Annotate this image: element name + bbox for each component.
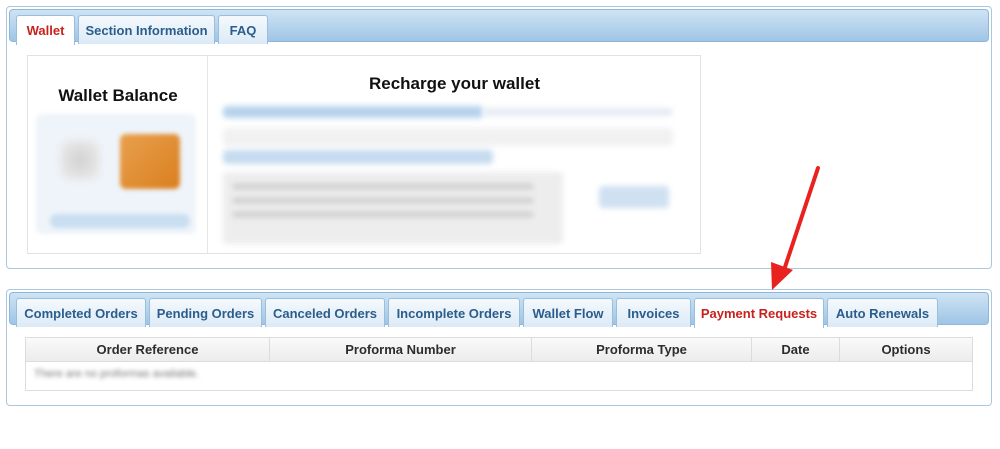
tab-invoices[interactable]: Invoices [616, 298, 691, 327]
table-header: Order Reference Proforma Number Proforma… [26, 338, 972, 362]
recharge-options-blurred[interactable] [223, 150, 493, 164]
balance-amount-blurred [60, 140, 100, 180]
recharge-progress-blurred [223, 106, 483, 118]
tab-canceled-orders[interactable]: Canceled Orders [265, 298, 385, 327]
tab-completed-orders[interactable]: Completed Orders [16, 298, 146, 327]
tab-wallet[interactable]: Wallet [16, 15, 75, 45]
wallet-content: Wallet Balance Recharge your wallet [27, 55, 701, 254]
orders-tab-bar: Completed Orders Pending Orders Canceled… [9, 292, 989, 328]
empty-table-message: There are no proformas available. [34, 368, 200, 380]
col-proforma-type[interactable]: Proforma Type [532, 338, 752, 362]
payment-requests-table: Order Reference Proforma Number Proforma… [25, 337, 973, 391]
tab-wallet-flow[interactable]: Wallet Flow [523, 298, 613, 327]
tab-payment-requests[interactable]: Payment Requests [694, 298, 824, 328]
tab-auto-renewals[interactable]: Auto Renewals [827, 298, 938, 327]
tab-pending-orders[interactable]: Pending Orders [149, 298, 262, 327]
balance-link-blurred[interactable] [50, 214, 190, 228]
recharge-section: Recharge your wallet [209, 56, 700, 253]
recharge-info-text-blurred [233, 184, 533, 224]
tab-incomplete-orders[interactable]: Incomplete Orders [388, 298, 520, 327]
recharge-button-blurred[interactable] [599, 186, 669, 208]
top-tab-bar: Wallet Section Information FAQ [9, 9, 989, 45]
col-options[interactable]: Options [840, 338, 972, 362]
tab-faq[interactable]: FAQ [218, 15, 268, 44]
orders-panel: Completed Orders Pending Orders Canceled… [6, 289, 992, 406]
col-order-reference[interactable]: Order Reference [26, 338, 270, 362]
recharge-row-blurred [223, 128, 673, 146]
wallet-balance-section: Wallet Balance [28, 56, 208, 253]
recharge-title: Recharge your wallet [368, 74, 540, 93]
wallet-card-icon [120, 134, 180, 189]
col-proforma-number[interactable]: Proforma Number [270, 338, 532, 362]
col-date[interactable]: Date [752, 338, 840, 362]
wallet-balance-title: Wallet Balance [58, 86, 178, 105]
wallet-panel: Wallet Section Information FAQ Wallet Ba… [6, 6, 992, 269]
tab-section-information[interactable]: Section Information [78, 15, 215, 44]
recharge-line-blurred [483, 108, 673, 116]
